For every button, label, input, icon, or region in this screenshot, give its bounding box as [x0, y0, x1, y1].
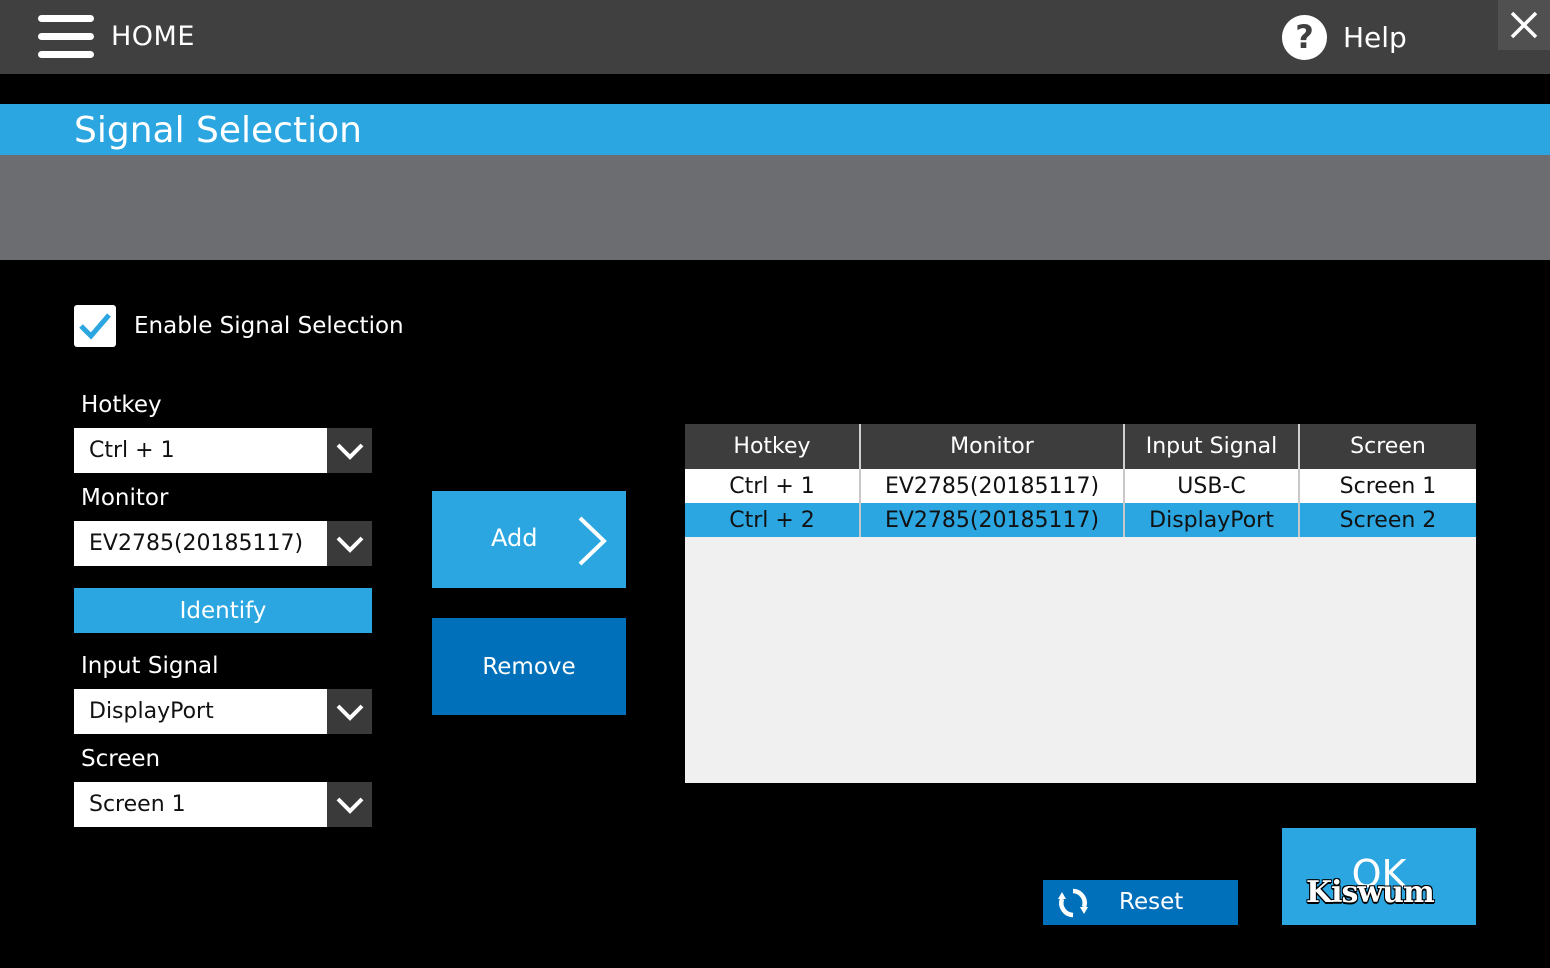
table-row[interactable]: Ctrl + 1 EV2785(20185117) USB-C Screen 1: [685, 469, 1476, 503]
title-band: Signal Selection: [0, 104, 1550, 155]
remove-button[interactable]: Remove: [432, 618, 626, 715]
column-header-hotkey[interactable]: Hotkey: [685, 424, 861, 469]
input-signal-label: Input Signal: [81, 653, 219, 679]
column-header-monitor[interactable]: Monitor: [860, 424, 1125, 469]
input-signal-dropdown-arrow[interactable]: [327, 689, 372, 734]
table-row-selected[interactable]: Ctrl + 2 EV2785(20185117) DisplayPort Sc…: [685, 503, 1476, 537]
add-button[interactable]: Add: [432, 491, 626, 588]
cell-screen: Screen 1: [1299, 469, 1476, 503]
monitor-select[interactable]: EV2785(20185117): [74, 521, 372, 566]
help-label: Help: [1343, 20, 1407, 54]
monitor-dropdown-arrow[interactable]: [327, 521, 372, 566]
add-label: Add: [491, 524, 538, 552]
input-signal-value: DisplayPort: [89, 699, 214, 724]
cell-input-signal: USB-C: [1124, 469, 1300, 503]
enable-signal-selection[interactable]: Enable Signal Selection: [74, 305, 404, 347]
monitor-value: EV2785(20185117): [89, 531, 304, 556]
input-signal-select[interactable]: DisplayPort: [74, 689, 372, 734]
enable-label: Enable Signal Selection: [134, 313, 404, 339]
description-band: [0, 155, 1550, 260]
hotkey-label: Hotkey: [81, 392, 162, 418]
column-header-input-signal[interactable]: Input Signal: [1124, 424, 1300, 469]
cell-input-signal: DisplayPort: [1124, 503, 1300, 537]
chevron-down-icon: [336, 797, 363, 814]
page-title: Signal Selection: [74, 110, 362, 151]
screen-dropdown-arrow[interactable]: [327, 782, 372, 827]
cell-hotkey: Ctrl + 1: [685, 469, 861, 503]
chevron-right-icon: [578, 516, 607, 566]
chevron-down-icon: [336, 443, 363, 460]
question-circle-icon: ?: [1282, 14, 1327, 60]
screen-value: Screen 1: [89, 792, 186, 817]
refresh-icon: [1058, 888, 1088, 918]
reset-button[interactable]: Reset: [1043, 880, 1238, 925]
cell-monitor: EV2785(20185117): [860, 469, 1125, 503]
close-icon: [1510, 11, 1538, 39]
hamburger-menu-icon[interactable]: [38, 15, 94, 59]
checkmark-icon: [79, 313, 111, 340]
cell-monitor: EV2785(20185117): [860, 503, 1125, 537]
close-button[interactable]: [1498, 0, 1550, 50]
screen-label: Screen: [81, 746, 161, 772]
identify-button[interactable]: Identify: [74, 588, 372, 633]
column-header-screen[interactable]: Screen: [1299, 424, 1476, 469]
hotkey-value: Ctrl + 1: [89, 438, 175, 463]
chevron-down-icon: [336, 536, 363, 553]
top-bar: HOME ? Help: [0, 0, 1550, 74]
hotkey-dropdown-arrow[interactable]: [327, 428, 372, 473]
cell-hotkey: Ctrl + 2: [685, 503, 861, 537]
cell-screen: Screen 2: [1299, 503, 1476, 537]
enable-checkbox[interactable]: [74, 305, 116, 347]
signal-table: Hotkey Monitor Input Signal Screen Ctrl …: [685, 424, 1476, 783]
table-header-row: Hotkey Monitor Input Signal Screen: [685, 424, 1476, 469]
home-label[interactable]: HOME: [111, 21, 195, 52]
help-button[interactable]: ? Help: [1282, 14, 1407, 60]
screen-select[interactable]: Screen 1: [74, 782, 372, 827]
hotkey-select[interactable]: Ctrl + 1: [74, 428, 372, 473]
watermark: Kiswum: [1306, 875, 1435, 910]
reset-label: Reset: [1119, 889, 1184, 915]
monitor-label: Monitor: [81, 485, 169, 511]
signal-table-grid: Hotkey Monitor Input Signal Screen Ctrl …: [685, 424, 1476, 537]
chevron-down-icon: [336, 704, 363, 721]
